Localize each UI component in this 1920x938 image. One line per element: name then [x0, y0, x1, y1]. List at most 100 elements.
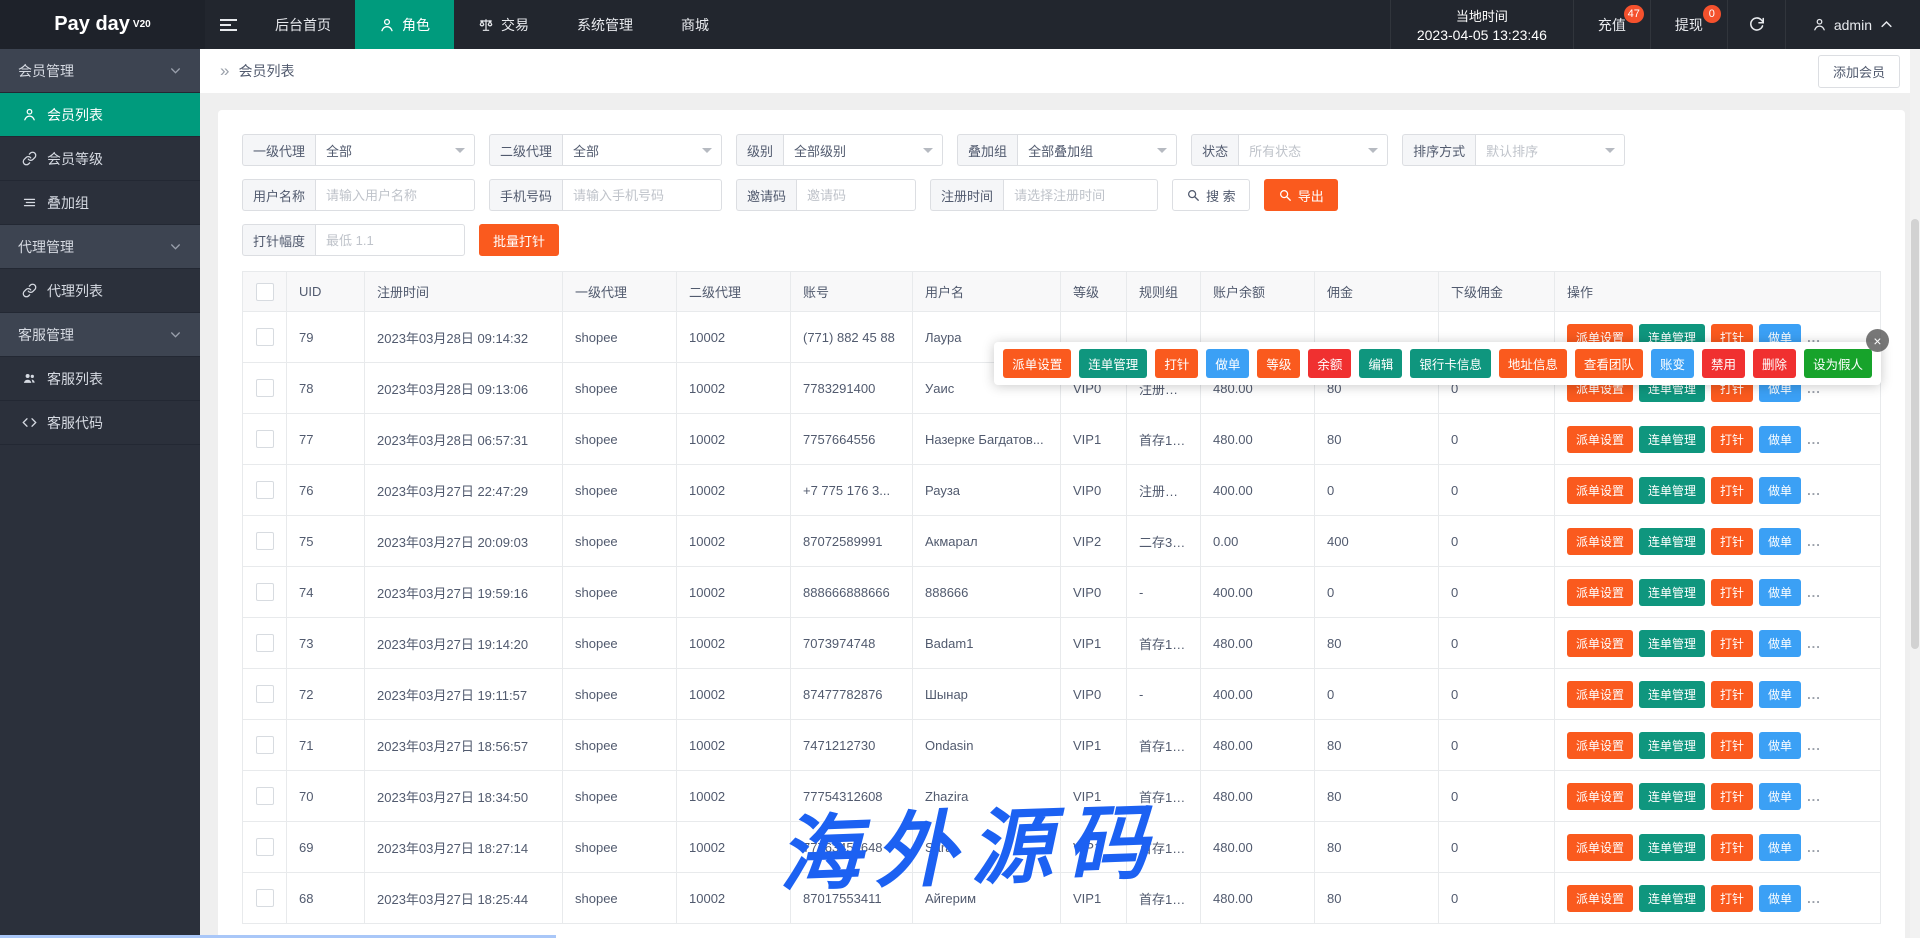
row-action-连单管理[interactable]: 连单管理: [1639, 833, 1706, 861]
row-action-连单管理[interactable]: 连单管理: [1639, 629, 1706, 657]
sidebar-item-客服列表[interactable]: 客服列表: [0, 357, 200, 401]
more-actions-button[interactable]: ...: [1807, 789, 1821, 804]
row-action-打针[interactable]: 打针: [1711, 578, 1754, 606]
more-actions-button[interactable]: ...: [1807, 687, 1821, 702]
popup-action-派单设置[interactable]: 派单设置: [1003, 349, 1072, 378]
select-all-checkbox[interactable]: [255, 282, 274, 301]
scrollbar-thumb[interactable]: [1911, 219, 1919, 649]
row-action-派单设置[interactable]: 派单设置: [1567, 884, 1634, 912]
row-action-做单[interactable]: 做单: [1759, 884, 1802, 912]
sidebar-toggle-button[interactable]: [205, 0, 251, 49]
refresh-button[interactable]: [1726, 0, 1785, 49]
popup-action-余额[interactable]: 余额: [1308, 349, 1352, 378]
row-action-派单设置[interactable]: 派单设置: [1567, 833, 1634, 861]
sidebar-item-代理管理[interactable]: 代理管理: [0, 225, 200, 269]
row-action-派单设置[interactable]: 派单设置: [1567, 527, 1634, 555]
sidebar-item-会员管理[interactable]: 会员管理: [0, 49, 200, 93]
row-checkbox[interactable]: [255, 532, 274, 550]
popup-action-设为假人[interactable]: 设为假人: [1803, 349, 1872, 378]
row-action-打针[interactable]: 打针: [1711, 833, 1754, 861]
row-checkbox[interactable]: [255, 481, 274, 499]
more-actions-button[interactable]: ...: [1807, 891, 1821, 906]
more-actions-button[interactable]: ...: [1807, 534, 1821, 549]
row-action-派单设置[interactable]: 派单设置: [1567, 680, 1634, 708]
row-action-派单设置[interactable]: 派单设置: [1567, 476, 1634, 504]
filter-select-value[interactable]: 全部: [562, 134, 723, 166]
popup-action-账变[interactable]: 账变: [1650, 349, 1694, 378]
row-action-连单管理[interactable]: 连单管理: [1639, 527, 1706, 555]
add-member-button[interactable]: 添加会员: [1817, 54, 1900, 88]
vertical-scrollbar[interactable]: [1910, 49, 1920, 938]
row-action-连单管理[interactable]: 连单管理: [1639, 884, 1706, 912]
nav-item-1[interactable]: 后台首页: [251, 0, 355, 49]
batch-inject-button[interactable]: 批量打针: [479, 224, 560, 256]
row-action-做单[interactable]: 做单: [1759, 527, 1802, 555]
sidebar-item-会员列表[interactable]: 会员列表: [0, 93, 200, 137]
row-action-做单[interactable]: 做单: [1759, 833, 1802, 861]
row-action-派单设置[interactable]: 派单设置: [1567, 629, 1634, 657]
row-action-打针[interactable]: 打针: [1711, 731, 1754, 759]
row-checkbox[interactable]: [255, 736, 274, 754]
sidebar-item-客服管理[interactable]: 客服管理: [0, 313, 200, 357]
filter-select-value[interactable]: 默认排序: [1475, 134, 1626, 166]
nav-item-3[interactable]: 交易: [454, 0, 553, 49]
row-action-派单设置[interactable]: 派单设置: [1567, 782, 1634, 810]
popup-action-银行卡信息[interactable]: 银行卡信息: [1410, 349, 1491, 378]
filter-text-input[interactable]: [796, 179, 917, 211]
sidebar-item-客服代码[interactable]: 客服代码: [0, 401, 200, 445]
row-checkbox[interactable]: [255, 634, 274, 652]
popup-action-编辑[interactable]: 编辑: [1359, 349, 1403, 378]
row-action-打针[interactable]: 打针: [1711, 680, 1754, 708]
row-action-连单管理[interactable]: 连单管理: [1639, 476, 1706, 504]
row-checkbox[interactable]: [255, 430, 274, 448]
sidebar-item-会员等级[interactable]: 会员等级: [0, 137, 200, 181]
row-checkbox[interactable]: [255, 328, 274, 346]
filter-select-value[interactable]: 所有状态: [1238, 134, 1389, 166]
row-action-做单[interactable]: 做单: [1759, 782, 1802, 810]
row-checkbox[interactable]: [255, 379, 274, 397]
row-action-打针[interactable]: 打针: [1711, 527, 1754, 555]
row-action-做单[interactable]: 做单: [1759, 476, 1802, 504]
more-actions-button[interactable]: ...: [1807, 585, 1821, 600]
user-menu[interactable]: admin: [1784, 0, 1920, 49]
withdraw-button[interactable]: 提现 0: [1649, 0, 1727, 49]
row-action-做单[interactable]: 做单: [1759, 425, 1802, 453]
row-action-做单[interactable]: 做单: [1759, 731, 1802, 759]
popup-action-禁用[interactable]: 禁用: [1701, 349, 1745, 378]
row-action-派单设置[interactable]: 派单设置: [1567, 425, 1634, 453]
popup-action-查看团队[interactable]: 查看团队: [1574, 349, 1643, 378]
sidebar-item-代理列表[interactable]: 代理列表: [0, 269, 200, 313]
popup-action-打针[interactable]: 打针: [1155, 349, 1199, 378]
row-action-连单管理[interactable]: 连单管理: [1639, 731, 1706, 759]
popup-action-删除[interactable]: 删除: [1752, 349, 1796, 378]
filter-text-input[interactable]: [562, 179, 723, 211]
row-action-打针[interactable]: 打针: [1711, 884, 1754, 912]
filter-text-input[interactable]: [315, 179, 476, 211]
filter-text-input[interactable]: [1003, 179, 1159, 211]
more-actions-button[interactable]: ...: [1807, 738, 1821, 753]
popup-action-做单[interactable]: 做单: [1206, 349, 1250, 378]
row-checkbox[interactable]: [255, 583, 274, 601]
popup-action-等级[interactable]: 等级: [1257, 349, 1301, 378]
row-action-连单管理[interactable]: 连单管理: [1639, 578, 1706, 606]
filter-select-value[interactable]: 全部: [315, 134, 476, 166]
popup-action-地址信息[interactable]: 地址信息: [1498, 349, 1567, 378]
row-action-连单管理[interactable]: 连单管理: [1639, 680, 1706, 708]
more-actions-button[interactable]: ...: [1807, 483, 1821, 498]
more-actions-button[interactable]: ...: [1807, 840, 1821, 855]
nav-item-4[interactable]: 系统管理: [553, 0, 657, 49]
row-action-打针[interactable]: 打针: [1711, 782, 1754, 810]
recharge-button[interactable]: 充值 47: [1572, 0, 1650, 49]
search-button[interactable]: 搜 索: [1172, 179, 1250, 211]
sidebar-item-叠加组[interactable]: 叠加组: [0, 181, 200, 225]
row-action-连单管理[interactable]: 连单管理: [1639, 425, 1706, 453]
more-actions-button[interactable]: ...: [1807, 636, 1821, 651]
row-action-打针[interactable]: 打针: [1711, 629, 1754, 657]
row-action-连单管理[interactable]: 连单管理: [1639, 782, 1706, 810]
nav-item-2[interactable]: 角色: [355, 0, 454, 49]
nav-item-5[interactable]: 商城: [657, 0, 733, 49]
filter-select-value[interactable]: 全部级别: [783, 134, 944, 166]
popup-action-连单管理[interactable]: 连单管理: [1079, 349, 1148, 378]
row-action-打针[interactable]: 打针: [1711, 476, 1754, 504]
row-action-做单[interactable]: 做单: [1759, 629, 1802, 657]
